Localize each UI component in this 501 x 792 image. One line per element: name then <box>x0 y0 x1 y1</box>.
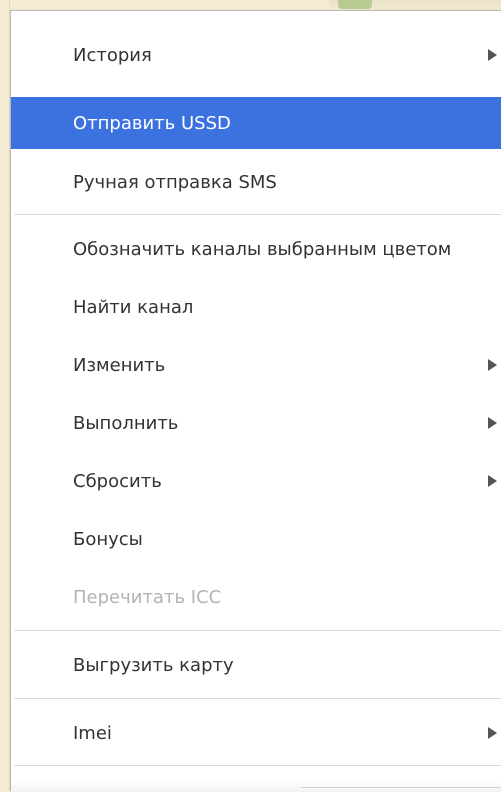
menu-separator <box>14 630 501 631</box>
menu-item-find-channel[interactable]: Найти канал <box>11 281 501 333</box>
menu-separator <box>14 698 501 699</box>
submenu-arrow-icon <box>488 49 497 61</box>
menu-item-manual-sms[interactable]: Ручная отправка SMS <box>11 156 501 208</box>
menu-separator <box>14 765 501 766</box>
menu-item-label: Сбросить <box>73 470 162 492</box>
menu-item-history[interactable]: История <box>11 29 501 81</box>
menu-item-send-ussd[interactable]: Отправить USSD <box>11 97 501 149</box>
background-status-indicator <box>338 0 372 9</box>
menu-item-imei[interactable]: Imei <box>11 707 501 759</box>
menu-item-reset[interactable]: Сбросить <box>11 455 501 507</box>
submenu-arrow-icon <box>488 727 497 739</box>
menu-item-label: Выгрузить карту <box>73 654 234 676</box>
submenu-arrow-icon <box>488 417 497 429</box>
menu-item-label: Найти канал <box>73 296 194 318</box>
menu-item-label: Ручная отправка SMS <box>73 171 277 193</box>
menu-item-label: Бонусы <box>73 528 143 550</box>
menu-item-export-card[interactable]: Выгрузить карту <box>11 639 501 691</box>
submenu-arrow-icon <box>488 475 497 487</box>
menu-item-label: История <box>73 44 152 66</box>
menu-item-edit[interactable]: Изменить <box>11 339 501 391</box>
menu-item-label: Изменить <box>73 354 166 376</box>
menu-item-label: Imei <box>73 722 112 744</box>
context-menu: История Отправить USSD Ручная отправка S… <box>10 10 501 792</box>
menu-item-execute[interactable]: Выполнить <box>11 397 501 449</box>
menu-item-mark-channels-color[interactable]: Обозначить каналы выбранным цветом <box>11 223 501 275</box>
menu-separator <box>14 214 501 215</box>
menu-item-label: Обозначить каналы выбранным цветом <box>73 238 452 260</box>
menu-item-reread-icc: Перечитать ICC <box>11 571 501 623</box>
menu-item-label: Перечитать ICC <box>73 586 222 608</box>
menu-item-bonuses[interactable]: Бонусы <box>11 513 501 565</box>
submenu-arrow-icon <box>488 359 497 371</box>
menu-item-label: Выполнить <box>73 412 179 434</box>
menu-partial-line <box>301 787 501 788</box>
background-window-edge <box>0 0 10 791</box>
menu-item-label: Отправить USSD <box>73 112 231 134</box>
